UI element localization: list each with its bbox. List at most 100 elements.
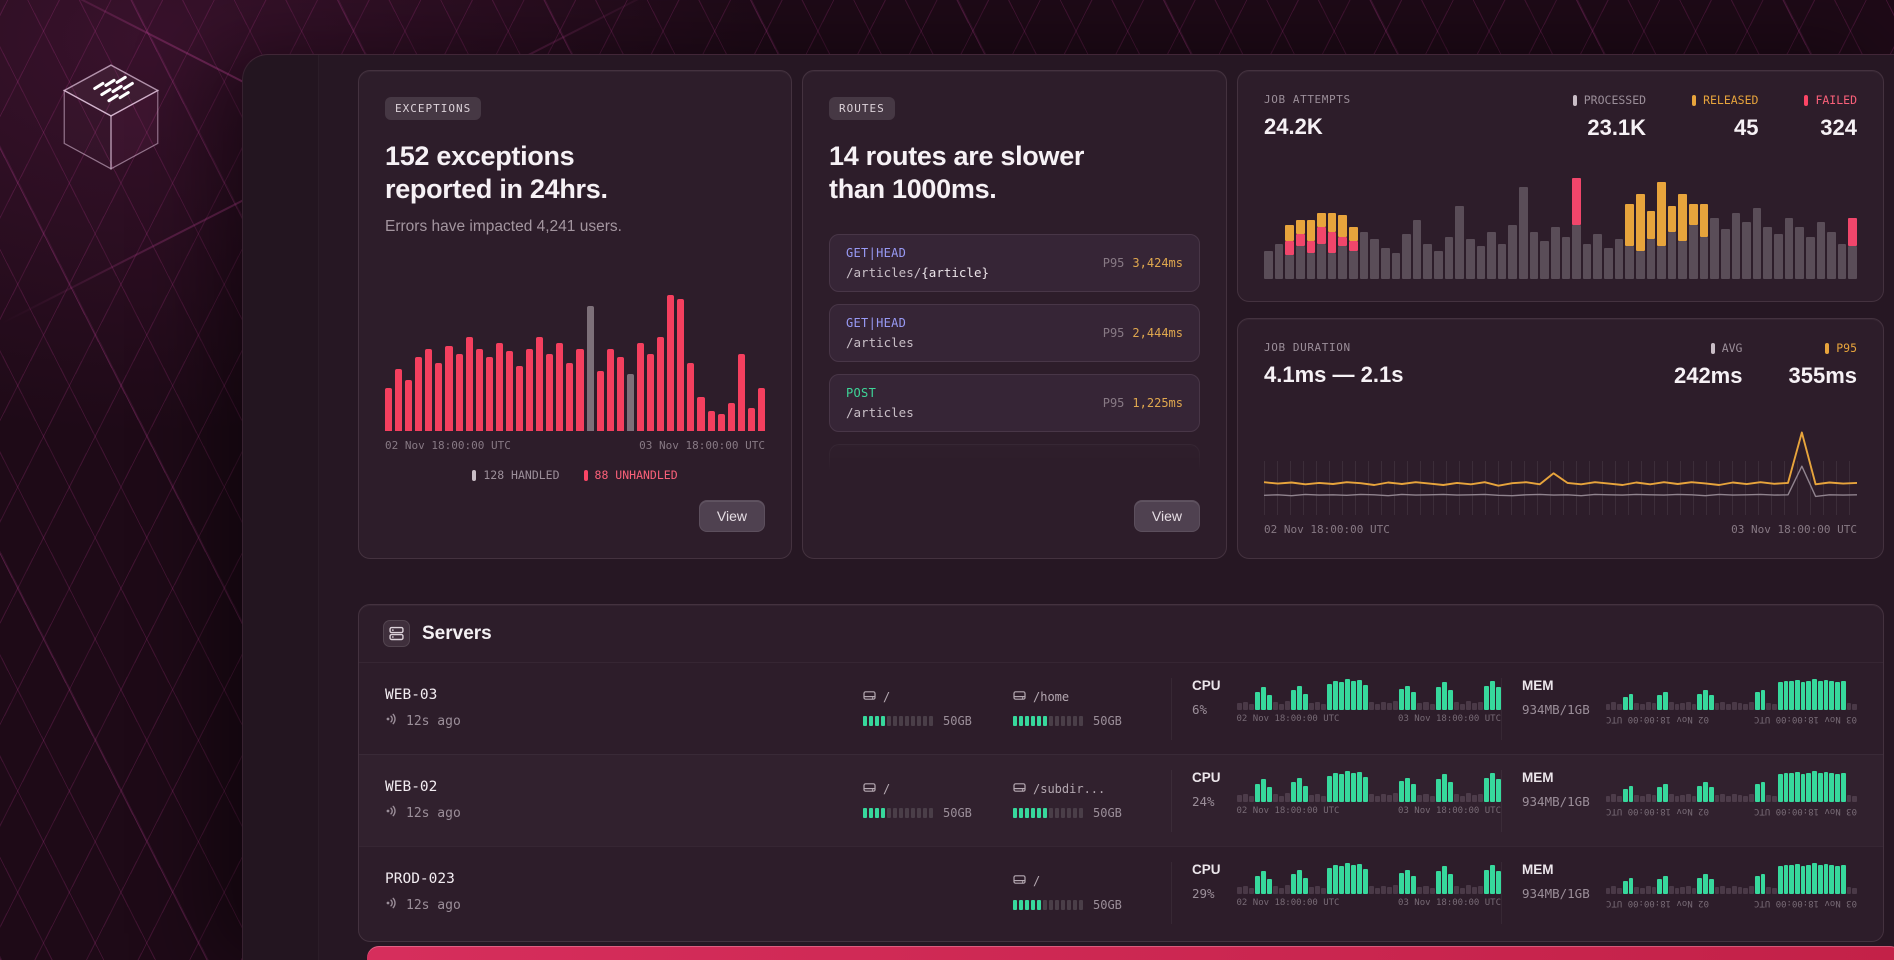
- spark-bar: [1261, 779, 1266, 801]
- bar-segment: [1636, 251, 1645, 279]
- exception-bar: [486, 357, 493, 431]
- server-row[interactable]: WEB-0212s ago/50GB/subdir...50GBCPU24%02…: [359, 754, 1883, 846]
- attempts-bar: [1710, 161, 1719, 279]
- spark-bar: [1703, 782, 1708, 801]
- server-row[interactable]: WEB-0312s ago/50GB/home50GBCPU6%02 Nov 1…: [359, 662, 1883, 754]
- exceptions-view-button[interactable]: View: [699, 500, 765, 532]
- spark-bar: [1692, 704, 1697, 710]
- job-attempts-header: JOB ATTEMPTS 24.2K PROCESSED23.1KRELEASE…: [1264, 93, 1857, 141]
- mem-label: MEM: [1522, 678, 1590, 693]
- spark-axis-left: 02 Nov 18:00:00 UTC: [1237, 898, 1340, 908]
- spark-bar: [1841, 681, 1846, 709]
- spark-bar: [1652, 887, 1657, 893]
- legend-item: 128 HANDLED: [472, 468, 559, 482]
- spark-bar: [1784, 681, 1789, 710]
- bar-segment: [1338, 246, 1347, 279]
- spark-bar: [1484, 778, 1489, 802]
- routes-view-button[interactable]: View: [1134, 500, 1200, 532]
- bar-segment: [1338, 237, 1347, 246]
- spark-bar: [1669, 702, 1674, 709]
- bar-segment: [1657, 246, 1666, 279]
- route-path: /articles: [846, 335, 914, 350]
- spark-bar: [1663, 692, 1668, 710]
- spark-bar: [1795, 680, 1800, 709]
- spark-bar: [1623, 697, 1628, 710]
- spark-bar: [1375, 888, 1380, 894]
- bar-segment: [1455, 206, 1464, 279]
- stat-column: PROCESSED23.1K: [1573, 93, 1646, 141]
- disk-usage-row: 50GB: [863, 714, 1013, 728]
- disk-segment: [923, 716, 927, 726]
- spark-bar: [1657, 879, 1662, 893]
- attempts-bar: [1700, 161, 1709, 279]
- attempts-bar: [1657, 161, 1666, 279]
- disk-path-row: /: [863, 781, 1013, 797]
- p95-value: 2,444ms: [1132, 326, 1183, 340]
- disk-size: 50GB: [943, 714, 972, 728]
- bar-segment: [1275, 244, 1284, 279]
- spark-bar: [1261, 871, 1266, 893]
- disk-usage-bar: [863, 808, 933, 818]
- disk-size: 50GB: [1093, 714, 1122, 728]
- job-duration-axis: 02 Nov 18:00:00 UTC 03 Nov 18:00:00 UTC: [1264, 523, 1857, 536]
- server-name-cell: PROD-02312s ago: [385, 871, 863, 914]
- attempts-bar: [1317, 161, 1326, 279]
- exception-bar: [667, 295, 674, 431]
- bar-segment: [1392, 253, 1401, 279]
- bar-segment: [1317, 227, 1326, 244]
- spark-bar: [1279, 704, 1284, 710]
- disk-segment: [1067, 900, 1071, 910]
- spark-bar: [1675, 796, 1680, 802]
- disk-usage-bar: [1013, 716, 1083, 726]
- disk: /subdir... 50GB: [1013, 781, 1171, 820]
- spark-bar: [1249, 704, 1254, 710]
- disk-path-row: /subdir...: [1013, 781, 1171, 797]
- spark-bar: [1657, 787, 1662, 801]
- exception-bar: [607, 349, 614, 431]
- p95-label: P95: [1103, 326, 1125, 340]
- alert-bar[interactable]: [367, 946, 1894, 960]
- spark-bar: [1460, 888, 1465, 894]
- stat-column: FAILED324: [1804, 93, 1857, 141]
- route-item[interactable]: POST/articlesP951,225ms: [829, 374, 1200, 432]
- bar-segment: [1540, 241, 1549, 279]
- disk-slot: /50GB: [863, 781, 1013, 820]
- spark-bar: [1333, 865, 1338, 894]
- mem-label: MEM: [1522, 770, 1590, 785]
- disk-size: 50GB: [1093, 806, 1122, 820]
- exception-bar: [647, 354, 654, 431]
- server-age-text: 12s ago: [406, 898, 461, 913]
- legend-label-row: FAILED: [1804, 93, 1857, 107]
- spark-bar: [1405, 870, 1410, 893]
- spark-bar: [1703, 690, 1708, 709]
- exception-bar: [405, 380, 412, 431]
- route-item[interactable]: GET|HEAD/articlesP952,444ms: [829, 304, 1200, 362]
- spark-block: 02 Nov 18:00:00 UTC 03 Nov 18:00:00 UTC: [1237, 862, 1501, 910]
- attempts-bar: [1466, 161, 1475, 279]
- disk-segment: [887, 716, 891, 726]
- legend-label-row: RELEASED: [1692, 93, 1758, 107]
- cpu-stat: CPU24%: [1192, 770, 1221, 809]
- server-row[interactable]: PROD-02312s ago/50GBCPU29%02 Nov 18:00:0…: [359, 846, 1883, 938]
- spark-bar: [1351, 681, 1356, 709]
- spark-bar: [1423, 794, 1428, 802]
- legend-label: 88 UNHANDLED: [595, 468, 678, 482]
- spark-bar: [1369, 702, 1374, 709]
- spark-bar: [1606, 704, 1611, 710]
- spark-bar: [1778, 774, 1783, 801]
- attempts-bar: [1392, 161, 1401, 279]
- spark-bar: [1847, 795, 1852, 801]
- spark-bar: [1399, 873, 1404, 894]
- attempts-bar: [1604, 161, 1613, 279]
- disk-slot: /50GB: [863, 689, 1013, 728]
- bar-segment: [1296, 246, 1305, 279]
- exception-bar: [536, 337, 543, 431]
- disk-segment: [1073, 900, 1077, 910]
- bar-segment: [1753, 208, 1762, 279]
- route-p95: P953,424ms: [1103, 256, 1183, 270]
- cpu-value: 29%: [1192, 886, 1221, 901]
- route-item[interactable]: GET|HEAD/articles/{article}P953,424ms: [829, 234, 1200, 292]
- spark-axis-right: 03 Nov 18:00:00 UTC: [1398, 898, 1501, 908]
- spark-bar: [1640, 796, 1645, 802]
- spark-bar: [1726, 704, 1731, 710]
